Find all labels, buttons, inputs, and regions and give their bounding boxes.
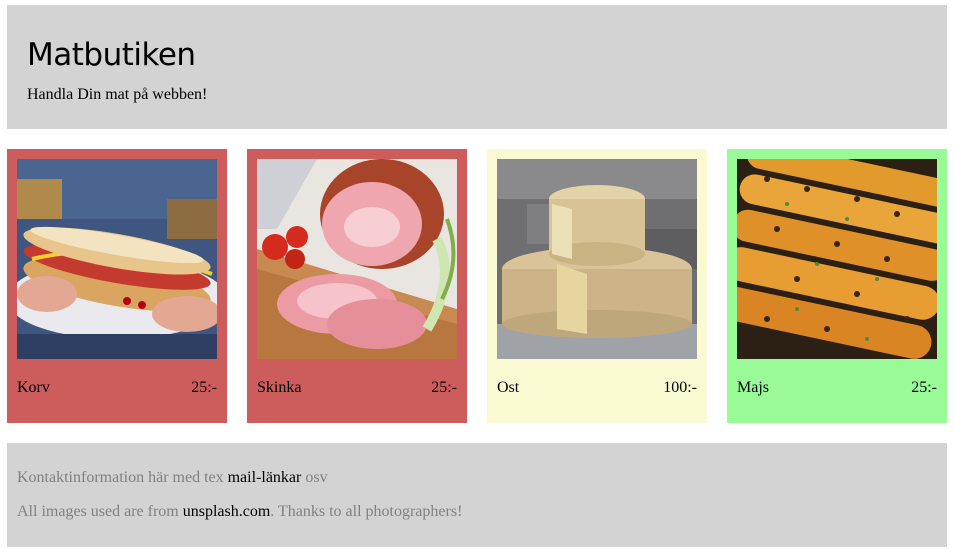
site-header: Matbutiken Handla Din mat på webben!: [7, 5, 947, 129]
credits-prefix: All images used are from: [17, 503, 179, 520]
product-name: Skinka: [257, 379, 302, 396]
site-title: Matbutiken: [27, 37, 196, 73]
unsplash-link[interactable]: unsplash.com: [183, 503, 271, 520]
product-card-korv[interactable]: Korv 25:-: [7, 149, 227, 423]
credits-suffix: . Thanks to all photographers!: [270, 503, 463, 520]
ham-photo: [257, 159, 457, 359]
product-price: 25:-: [431, 379, 457, 396]
image-credits: All images used are from unsplash.com. T…: [17, 502, 462, 522]
product-price: 25:-: [911, 379, 937, 396]
contact-prefix: Kontaktinformation här med tex: [17, 469, 224, 486]
product-card-majs[interactable]: Majs 25:-: [727, 149, 947, 423]
product-name: Korv: [17, 379, 50, 396]
contact-suffix: osv: [305, 469, 328, 486]
corn-photo: [737, 159, 937, 359]
mail-link[interactable]: mail-länkar: [228, 469, 302, 486]
contact-info: Kontaktinformation här med tex mail-länk…: [17, 468, 328, 488]
product-price: 100:-: [663, 379, 697, 396]
product-price: 25:-: [191, 379, 217, 396]
hotdog-photo: [17, 159, 217, 359]
site-tagline: Handla Din mat på webben!: [27, 86, 208, 103]
product-card-ost[interactable]: Ost 100:-: [487, 149, 707, 423]
product-name: Ost: [497, 379, 520, 396]
site-footer: Kontaktinformation här med tex mail-länk…: [7, 443, 947, 547]
cheese-photo: [497, 159, 697, 359]
product-card-skinka[interactable]: Skinka 25:-: [247, 149, 467, 423]
product-name: Majs: [737, 379, 769, 396]
